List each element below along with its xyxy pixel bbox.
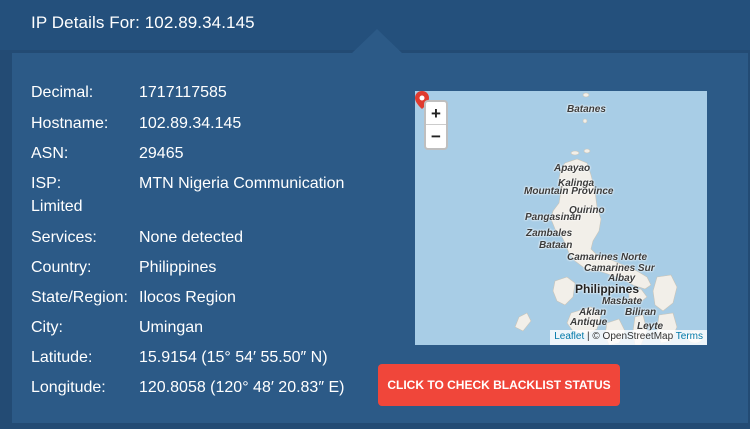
country-value: Philippines [139, 259, 217, 276]
hostname-value: 102.89.34.145 [139, 115, 242, 132]
latitude-label: Latitude: [31, 349, 93, 366]
page-title: IP Details For: 102.89.34.145 [31, 13, 255, 32]
isp-value-continued: Limited [31, 198, 83, 215]
map-label-batanes: Batanes [567, 104, 606, 115]
zoom-in-button[interactable]: + [426, 102, 446, 125]
map-label-zambales: Zambales [526, 228, 573, 239]
city-value: Umingan [139, 319, 204, 336]
location-map[interactable]: Batanes Apayao Kalinga Mountain Province… [415, 91, 707, 345]
map-label-camarines-norte: Camarines Norte [567, 252, 648, 263]
latitude-value: 15.9154 (15° 54′ 55.50″ N) [139, 349, 328, 366]
map-label-masbate: Masbate [602, 296, 643, 307]
asn-label: ASN: [31, 145, 69, 162]
isp-label: ISP: [31, 175, 62, 192]
header-pointer [351, 29, 403, 54]
map-zoom-control: + − [424, 100, 448, 150]
decimal-label: Decimal: [31, 84, 94, 101]
map-label-antique: Antique [570, 317, 608, 328]
city-label: City: [31, 319, 63, 336]
zoom-out-button[interactable]: − [426, 125, 446, 148]
region-value: Ilocos Region [139, 289, 236, 306]
attribution-separator: | [587, 331, 590, 342]
osm-copyright[interactable]: © OpenStreetMap [592, 331, 673, 342]
decimal-value: 1717117585 [139, 84, 227, 101]
isp-value: MTN Nigeria Communication [139, 175, 345, 192]
map-attribution: Leaflet | © OpenStreetMap Terms [550, 330, 707, 345]
map-label-bataan: Bataan [539, 240, 573, 251]
longitude-value: 120.8058 (120° 48′ 20.83″ E) [139, 379, 345, 396]
longitude-label: Longitude: [31, 379, 106, 396]
services-value: None detected [139, 229, 244, 246]
map-label-mountain-province: Mountain Province [524, 186, 614, 197]
hostname-label: Hostname: [31, 115, 109, 132]
map-label-apayao: Apayao [554, 163, 591, 174]
check-blacklist-button[interactable]: CLICK TO CHECK BLACKLIST STATUS [378, 364, 620, 406]
map-label-philippines: Philippines [575, 282, 640, 296]
terms-link[interactable]: Terms [676, 331, 703, 342]
leaflet-link[interactable]: Leaflet [554, 331, 584, 342]
asn-value: 29465 [139, 145, 184, 162]
region-label: State/Region: [31, 289, 128, 306]
services-label: Services: [31, 229, 97, 246]
map-label-pangasinan: Pangasinan [525, 212, 582, 223]
country-label: Country: [31, 259, 92, 276]
map-label-biliran: Biliran [625, 307, 657, 318]
